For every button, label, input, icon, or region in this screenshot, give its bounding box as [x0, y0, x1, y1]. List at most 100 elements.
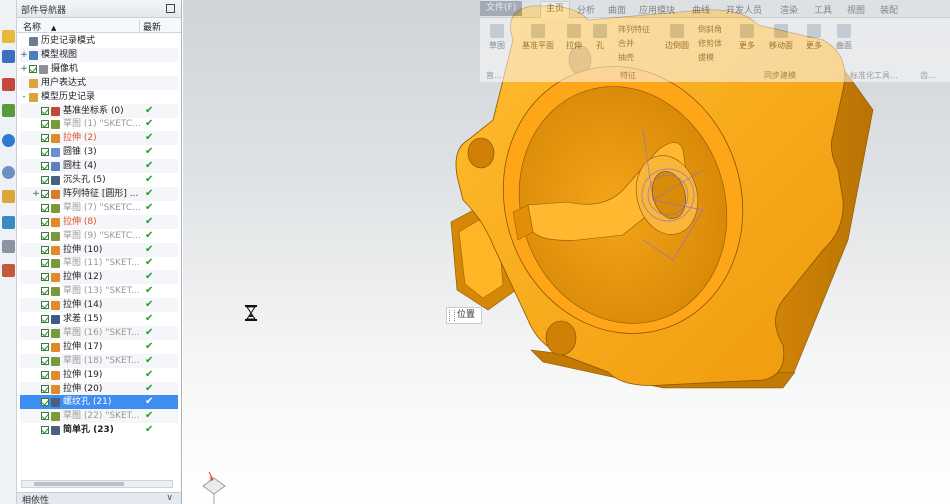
- tab-assembly[interactable]: 装配: [880, 3, 898, 16]
- collapse-icon[interactable]: -: [20, 90, 28, 104]
- visibility-checkbox[interactable]: [41, 259, 49, 268]
- visibility-checkbox[interactable]: [41, 398, 49, 407]
- visibility-checkbox[interactable]: [41, 328, 49, 337]
- tree-node[interactable]: 螺纹孔 (21) ✔: [20, 395, 178, 410]
- chevron-down-icon[interactable]: ∨: [166, 493, 173, 503]
- visibility-checkbox[interactable]: [41, 315, 49, 323]
- tree-node[interactable]: 拉伸 (14) ✔: [20, 298, 178, 313]
- tree-node[interactable]: 沉头孔 (5) ✔: [20, 173, 178, 187]
- horizontal-scrollbar[interactable]: [21, 480, 173, 488]
- tree-node[interactable]: 圆锥 (3) ✔: [20, 145, 178, 159]
- reuse-library-icon[interactable]: [2, 104, 15, 117]
- visibility-checkbox[interactable]: [41, 412, 49, 421]
- tab-developer[interactable]: 开发人员: [726, 3, 762, 16]
- tab-file[interactable]: 文件(F): [480, 1, 523, 16]
- visibility-checkbox[interactable]: [41, 203, 49, 212]
- draft-button[interactable]: 拔模: [698, 52, 714, 63]
- tree-node[interactable]: 拉伸 (17) ✔: [20, 340, 178, 354]
- move-face-button[interactable]: 移动面: [763, 24, 799, 51]
- visibility-checkbox[interactable]: [41, 148, 49, 157]
- visibility-checkbox[interactable]: [41, 231, 49, 240]
- system-material-icon[interactable]: [2, 264, 15, 277]
- visibility-checkbox[interactable]: [41, 370, 49, 379]
- tree-node[interactable]: 草图 (18) "SKET... ✔: [20, 353, 178, 368]
- visibility-checkbox[interactable]: [41, 342, 49, 351]
- tab-home[interactable]: 主页: [540, 1, 571, 18]
- tree-node[interactable]: - 模型历史记录: [20, 90, 178, 104]
- role-icon[interactable]: [2, 216, 15, 229]
- tree-node[interactable]: 拉伸 (19) ✔: [20, 368, 178, 382]
- visibility-checkbox[interactable]: [41, 176, 49, 184]
- edge-blend-button[interactable]: 边倒圆: [662, 24, 692, 51]
- more-sync-button[interactable]: 更多: [802, 24, 826, 51]
- hole-button[interactable]: 孔: [590, 24, 610, 51]
- visibility-checkbox[interactable]: [41, 273, 49, 282]
- visibility-checkbox[interactable]: [41, 245, 49, 254]
- pattern-feature-button[interactable]: 阵列特征: [618, 24, 650, 35]
- expand-icon[interactable]: +: [20, 62, 28, 76]
- sketch-button[interactable]: 草图: [484, 24, 510, 51]
- visibility-checkbox[interactable]: [41, 356, 49, 365]
- tab-tools[interactable]: 工具: [814, 3, 832, 16]
- visibility-checkbox[interactable]: [41, 106, 49, 115]
- tree-node[interactable]: 拉伸 (2) ✔: [20, 131, 178, 146]
- history-palette-icon[interactable]: [2, 166, 15, 179]
- tree-node[interactable]: 草图 (11) "SKET... ✔: [20, 256, 178, 270]
- visibility-checkbox[interactable]: [41, 189, 49, 198]
- visibility-checkbox[interactable]: [41, 384, 49, 393]
- visibility-checkbox[interactable]: [41, 120, 49, 129]
- tree-node[interactable]: 草图 (9) "SKETC... ✔: [20, 229, 178, 243]
- tab-surface[interactable]: 曲面: [608, 3, 626, 16]
- part-navigator-icon[interactable]: [2, 78, 15, 91]
- tree-node[interactable]: 求差 (15) ✔: [20, 312, 178, 326]
- surface-button[interactable]: 曲面: [832, 24, 856, 51]
- tree-node[interactable]: 圆柱 (4) ✔: [20, 159, 178, 174]
- tree-node[interactable]: 历史记录模式: [20, 34, 178, 48]
- tab-curve[interactable]: 曲线: [692, 3, 710, 16]
- constraint-navigator-icon[interactable]: [2, 50, 15, 63]
- web-browser-icon[interactable]: [2, 134, 15, 147]
- tab-render[interactable]: 渲染: [780, 3, 798, 16]
- system-scene-icon[interactable]: [2, 240, 15, 253]
- tab-view[interactable]: 视图: [847, 3, 865, 16]
- tree-node[interactable]: 草图 (13) "SKET... ✔: [20, 284, 178, 298]
- tree-node[interactable]: 草图 (1) "SKETC... ✔: [20, 117, 178, 131]
- assembly-navigator-icon[interactable]: [2, 30, 15, 43]
- extrude-button[interactable]: 拉伸: [562, 24, 586, 51]
- tree-node[interactable]: 拉伸 (12) ✔: [20, 270, 178, 285]
- process-studio-icon[interactable]: [2, 190, 15, 203]
- scrollbar-thumb[interactable]: [34, 482, 124, 486]
- visibility-checkbox[interactable]: [29, 64, 37, 73]
- tab-analysis[interactable]: 分析: [577, 3, 595, 16]
- visibility-checkbox[interactable]: [41, 426, 49, 435]
- name-column-header[interactable]: 名称 ▲: [23, 20, 56, 33]
- tree-node[interactable]: 草图 (16) "SKET... ✔: [20, 325, 178, 340]
- position-label[interactable]: 位置: [446, 307, 483, 324]
- tree-node[interactable]: + 阵列特征 [圆形] ... ✔: [20, 186, 178, 201]
- tree-node[interactable]: 用户表达式: [20, 75, 178, 90]
- tree-node[interactable]: 基准坐标系 (0) ✔: [20, 103, 178, 118]
- visibility-checkbox[interactable]: [41, 217, 49, 226]
- visibility-checkbox[interactable]: [41, 287, 49, 296]
- tree-node[interactable]: 拉伸 (10) ✔: [20, 242, 178, 257]
- tree-node[interactable]: 拉伸 (20) ✔: [20, 381, 178, 396]
- more-features-button[interactable]: 更多: [735, 24, 759, 51]
- tree-node[interactable]: + 模型视图: [20, 47, 178, 62]
- tree-node[interactable]: + 摄像机: [20, 62, 178, 76]
- visibility-checkbox[interactable]: [41, 134, 49, 143]
- tree-node[interactable]: 拉伸 (8) ✔: [20, 214, 178, 229]
- expand-icon[interactable]: +: [32, 187, 40, 201]
- expand-icon[interactable]: +: [20, 48, 28, 62]
- dependencies-panel-header[interactable]: 相依性 ∨: [17, 492, 181, 504]
- shell-button[interactable]: 抽壳: [618, 52, 634, 63]
- trim-body-button[interactable]: 修剪体: [698, 38, 722, 49]
- tree-node[interactable]: 草图 (7) "SKETC... ✔: [20, 201, 178, 215]
- maximize-icon[interactable]: [166, 4, 175, 13]
- graphics-window[interactable]: 文件(F) 主页 分析 曲面 应用模块 曲线 开发人员 渲染 工具 视图 装配 …: [183, 0, 950, 504]
- tree-node[interactable]: 简单孔 (23) ✔: [20, 423, 178, 437]
- latest-column-header[interactable]: 最新: [139, 20, 161, 33]
- tab-application[interactable]: 应用模块: [639, 3, 675, 16]
- unite-button[interactable]: 合并: [618, 38, 634, 49]
- visibility-checkbox[interactable]: [41, 301, 49, 310]
- chamfer-button[interactable]: 倒斜角: [698, 24, 722, 35]
